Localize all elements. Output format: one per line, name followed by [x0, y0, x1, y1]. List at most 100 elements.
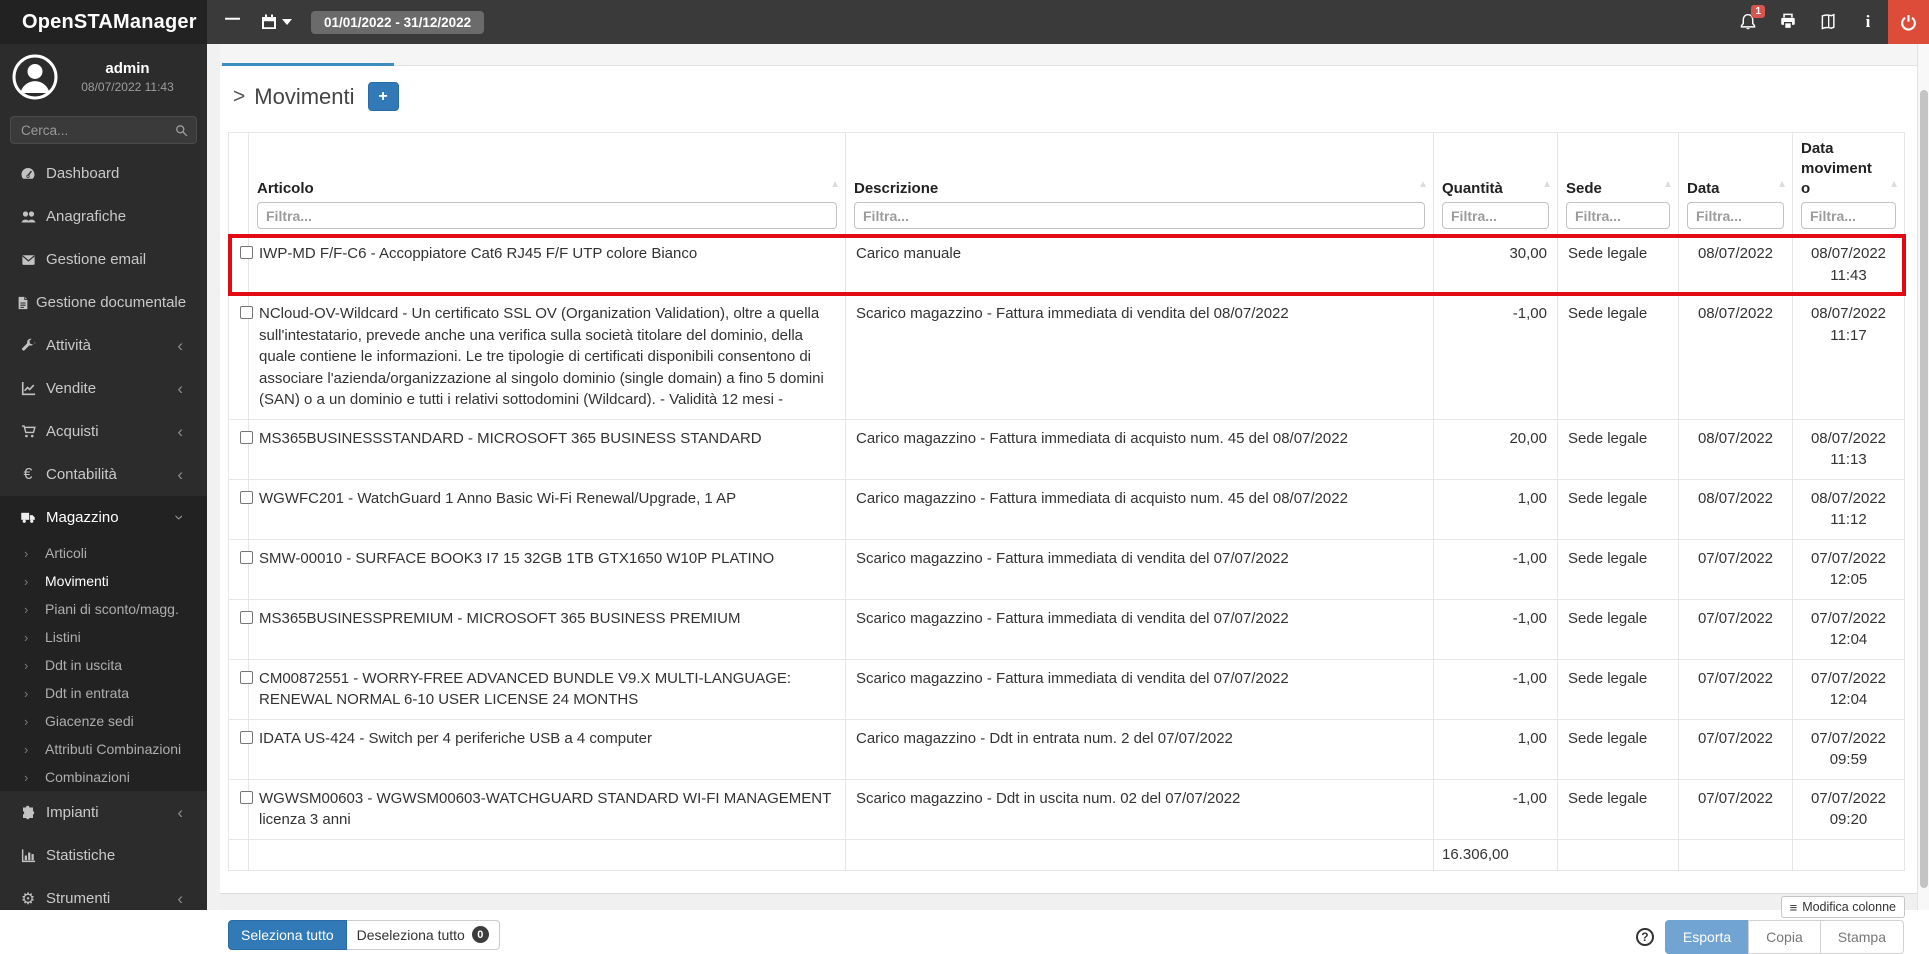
logout-power-icon[interactable]	[1888, 0, 1929, 44]
docs-book-icon[interactable]	[1808, 0, 1848, 44]
sidebar-item-magazzino[interactable]: Magazzino	[0, 496, 207, 539]
chevron-right-icon	[24, 574, 45, 589]
table-row[interactable]: MS365BUSINESSPREMIUM - MICROSOFT 365 BUS…	[229, 599, 1905, 659]
sort-icon[interactable]	[1663, 179, 1673, 190]
chevron-left-icon	[177, 380, 183, 397]
sidebar-item-strumenti[interactable]: Strumenti	[0, 877, 207, 920]
row-checkbox[interactable]	[240, 611, 253, 624]
calendar-dropdown[interactable]	[261, 14, 292, 30]
table-row[interactable]: CM00872551 - WORRY-FREE ADVANCED BUNDLE …	[229, 659, 1905, 719]
filter-input-quantita[interactable]	[1442, 202, 1549, 229]
column-header-sede[interactable]: Sede	[1558, 133, 1679, 235]
sidebar-item-gestione-email[interactable]: Gestione email	[0, 238, 207, 281]
sidebar-item-movimenti[interactable]: Movimenti	[0, 567, 207, 595]
sidebar-item-ddt-in-entrata[interactable]: Ddt in entrata	[0, 679, 207, 707]
row-checkbox[interactable]	[240, 731, 253, 744]
sort-icon[interactable]	[1889, 179, 1899, 190]
sort-icon[interactable]	[830, 179, 840, 190]
app-logo[interactable]: OpenSTAManager	[0, 0, 207, 44]
edit-columns-button[interactable]: Modifica colonne	[1781, 896, 1905, 918]
hamburger-menu-icon[interactable]	[222, 0, 242, 44]
sidebar-item-acquisti[interactable]: Acquisti	[0, 410, 207, 453]
search-input[interactable]	[10, 116, 197, 144]
deselect-count-badge: 0	[472, 926, 489, 943]
column-header-articolo[interactable]: Articolo	[249, 133, 846, 235]
chevron-right-icon	[24, 770, 45, 785]
copy-button[interactable]: Copia	[1748, 920, 1821, 954]
truck-icon	[16, 510, 40, 525]
chevron-left-icon	[177, 466, 183, 483]
help-icon[interactable]	[1636, 928, 1654, 946]
row-checkbox[interactable]	[240, 246, 253, 259]
notifications-bell-icon[interactable]: 1	[1728, 0, 1768, 44]
row-checkbox[interactable]	[240, 671, 253, 684]
table-footer-row: 16.306,00	[229, 839, 1905, 870]
column-header-data-movimento[interactable]: Data movimento	[1793, 133, 1905, 235]
vertical-scrollbar[interactable]	[1917, 44, 1929, 910]
cart-icon	[16, 424, 40, 439]
row-checkbox[interactable]	[240, 491, 253, 504]
sidebar-item-contabilita[interactable]: € Contabilità	[0, 453, 207, 496]
chevron-down-icon	[172, 515, 189, 521]
table-row[interactable]: IWP-MD F/F-C6 - Accoppiatore Cat6 RJ45 F…	[229, 235, 1905, 295]
table-row[interactable]: MS365BUSINESSSTANDARD - MICROSOFT 365 BU…	[229, 419, 1905, 479]
sidebar-item-ddt-in-uscita[interactable]: Ddt in uscita	[0, 651, 207, 679]
row-checkbox[interactable]	[240, 791, 253, 804]
print-button[interactable]: Stampa	[1820, 920, 1904, 954]
sort-icon[interactable]	[1418, 179, 1428, 190]
table-row[interactable]: WGWFC201 - WatchGuard 1 Anno Basic Wi-Fi…	[229, 479, 1905, 539]
table-row[interactable]: NCloud-OV-Wildcard - Un certificato SSL …	[229, 295, 1905, 420]
sidebar-item-attivita[interactable]: Attività	[0, 324, 207, 367]
sidebar-item-piani-di-sconto[interactable]: Piani di sconto/magg.	[0, 595, 207, 623]
filter-input-data[interactable]	[1687, 202, 1784, 229]
sidebar-item-combinazioni[interactable]: Combinazioni	[0, 763, 207, 791]
filter-input-descrizione[interactable]	[854, 202, 1425, 229]
print-icon[interactable]	[1768, 0, 1808, 44]
users-icon	[16, 209, 40, 225]
sidebar-item-listini[interactable]: Listini	[0, 623, 207, 651]
avatar[interactable]	[12, 54, 58, 100]
sidebar-item-impianti[interactable]: Impianti	[0, 791, 207, 834]
table-row[interactable]: SMW-00010 - SURFACE BOOK3 I7 15 32GB 1TB…	[229, 539, 1905, 599]
row-checkbox[interactable]	[240, 431, 253, 444]
date-range-chip[interactable]: 01/01/2022 - 31/12/2022	[311, 11, 484, 34]
sidebar-item-vendite[interactable]: Vendite	[0, 367, 207, 410]
chevron-right-icon	[24, 602, 45, 617]
row-checkbox[interactable]	[240, 551, 253, 564]
notification-count-badge: 1	[1751, 5, 1765, 18]
chart-line-icon	[16, 381, 40, 396]
table-row[interactable]: WGWSM00603 - WGWSM00603-WATCHGUARD STAND…	[229, 779, 1905, 839]
chevron-right-icon	[24, 630, 45, 645]
column-header-data[interactable]: Data	[1679, 133, 1793, 235]
column-header-quantita[interactable]: Quantità	[1434, 133, 1558, 235]
column-header-descrizione[interactable]: Descrizione	[846, 133, 1434, 235]
sidebar-item-anagrafiche[interactable]: Anagrafiche	[0, 195, 207, 238]
sidebar-item-attributi-combinazioni[interactable]: Attributi Combinazioni	[0, 735, 207, 763]
chevron-right-icon	[24, 686, 45, 701]
sidebar-item-articoli[interactable]: Articoli	[0, 539, 207, 567]
export-button[interactable]: Esporta	[1665, 920, 1749, 954]
chevron-left-icon	[177, 423, 183, 440]
dashboard-icon	[16, 166, 40, 182]
sidebar-item-giacenze-sedi[interactable]: Giacenze sedi	[0, 707, 207, 735]
filter-input-sede[interactable]	[1566, 202, 1670, 229]
sort-icon[interactable]	[1777, 179, 1787, 190]
sidebar-item-statistiche[interactable]: Statistiche	[0, 834, 207, 877]
chevron-left-icon	[177, 890, 183, 907]
euro-icon: €	[16, 466, 40, 484]
table-row[interactable]: IDATA US-424 - Switch per 4 periferiche …	[229, 719, 1905, 779]
filter-input-articolo[interactable]	[257, 202, 837, 229]
deselect-all-button[interactable]: Deseleziona tutto 0	[347, 920, 500, 950]
search-icon[interactable]	[175, 124, 188, 137]
info-icon[interactable]: i	[1848, 0, 1888, 44]
filter-input-data-movimento[interactable]	[1801, 202, 1896, 229]
select-all-button[interactable]: Seleziona tutto	[228, 920, 347, 950]
scrollbar-thumb[interactable]	[1920, 90, 1928, 888]
sort-icon[interactable]	[1542, 179, 1552, 190]
add-record-button[interactable]: +	[368, 82, 399, 111]
sidebar-item-dashboard[interactable]: Dashboard	[0, 152, 207, 195]
row-checkbox[interactable]	[240, 306, 253, 319]
wrench-icon	[16, 338, 40, 353]
chevron-right-icon	[24, 714, 45, 729]
sidebar-item-gestione-documentale[interactable]: Gestione documentale	[0, 281, 207, 324]
